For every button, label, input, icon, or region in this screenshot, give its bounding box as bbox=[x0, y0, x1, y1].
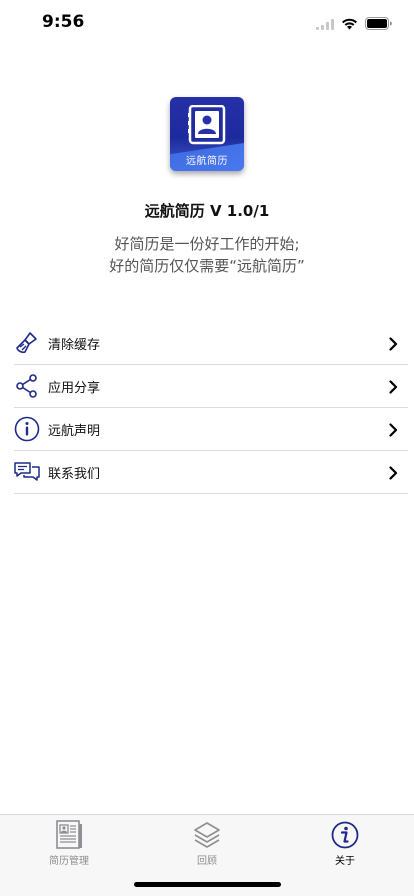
menu-item-clear-cache[interactable]: 清除缓存 bbox=[14, 322, 408, 365]
menu-item-statement[interactable]: 远航声明 bbox=[14, 408, 408, 451]
resume-doc-icon bbox=[187, 104, 226, 149]
menu-item-contact-us[interactable]: 联系我们 bbox=[14, 451, 408, 494]
slogan-line-1: 好简历是一份好工作的开始; bbox=[114, 235, 300, 253]
layers-icon bbox=[138, 819, 276, 851]
settings-menu: 清除缓存 应用分享 远航声明 联系我们 bbox=[14, 322, 408, 494]
tab-review[interactable]: 回顾 bbox=[138, 819, 276, 867]
menu-item-share-app[interactable]: 应用分享 bbox=[14, 365, 408, 408]
status-icons bbox=[316, 15, 392, 34]
menu-item-label: 远航声明 bbox=[48, 423, 101, 439]
chevron-right-icon bbox=[389, 336, 398, 355]
app-logo: 远航简历 bbox=[170, 97, 244, 171]
tab-resume-management[interactable]: 简历管理 bbox=[0, 819, 138, 867]
tab-about[interactable]: 关于 bbox=[276, 819, 414, 867]
home-indicator[interactable] bbox=[134, 882, 281, 887]
status-bar: 9:56 bbox=[0, 0, 414, 48]
tab-label: 回顾 bbox=[197, 856, 217, 867]
info-circle-icon bbox=[14, 416, 40, 442]
chevron-right-icon bbox=[389, 422, 398, 441]
wifi-icon bbox=[341, 15, 358, 34]
logo-text: 远航简历 bbox=[186, 156, 228, 167]
menu-item-label: 应用分享 bbox=[48, 380, 101, 396]
broom-icon bbox=[14, 330, 40, 356]
info-icon bbox=[276, 819, 414, 851]
battery-icon bbox=[365, 15, 392, 34]
tab-label: 关于 bbox=[335, 856, 355, 867]
signal-icon bbox=[316, 15, 334, 34]
status-time: 9:56 bbox=[42, 12, 85, 32]
chevron-right-icon bbox=[389, 465, 398, 484]
share-icon bbox=[14, 373, 40, 399]
app-slogan: 好简历是一份好工作的开始; 好的简历仅仅需要“远航简历” bbox=[0, 233, 414, 277]
resume-icon bbox=[0, 819, 138, 851]
menu-item-label: 清除缓存 bbox=[48, 337, 101, 353]
chat-icon bbox=[14, 459, 40, 485]
tab-label: 简历管理 bbox=[49, 856, 89, 867]
menu-item-label: 联系我们 bbox=[48, 466, 101, 482]
app-title: 远航简历 V 1.0/1 bbox=[144, 202, 270, 220]
slogan-line-2: 好的简历仅仅需要“远航简历” bbox=[109, 257, 305, 275]
chevron-right-icon bbox=[389, 379, 398, 398]
